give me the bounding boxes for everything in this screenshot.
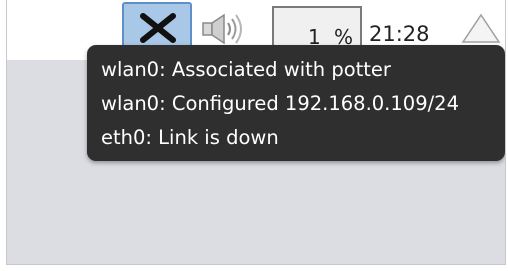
network-status-tooltip: wlan0: Associated with potter wlan0: Con… [87,45,505,161]
tooltip-line-eth0-status: eth0: Link is down [101,126,279,149]
tooltip-line-wlan0-ip: wlan0: Configured 192.168.0.109/24 [101,92,459,115]
tooltip-line-wlan0-association: wlan0: Associated with potter [101,58,391,81]
wireless-disconnected-x-icon [140,13,176,43]
screen-frame: 1 % 21:28 wlan0: Associated with potter … [6,0,506,265]
clock[interactable]: 21:28 [369,22,430,46]
network-button[interactable] [122,2,192,50]
volume-icon[interactable] [199,12,259,46]
speaker-volume-icon [202,13,242,45]
